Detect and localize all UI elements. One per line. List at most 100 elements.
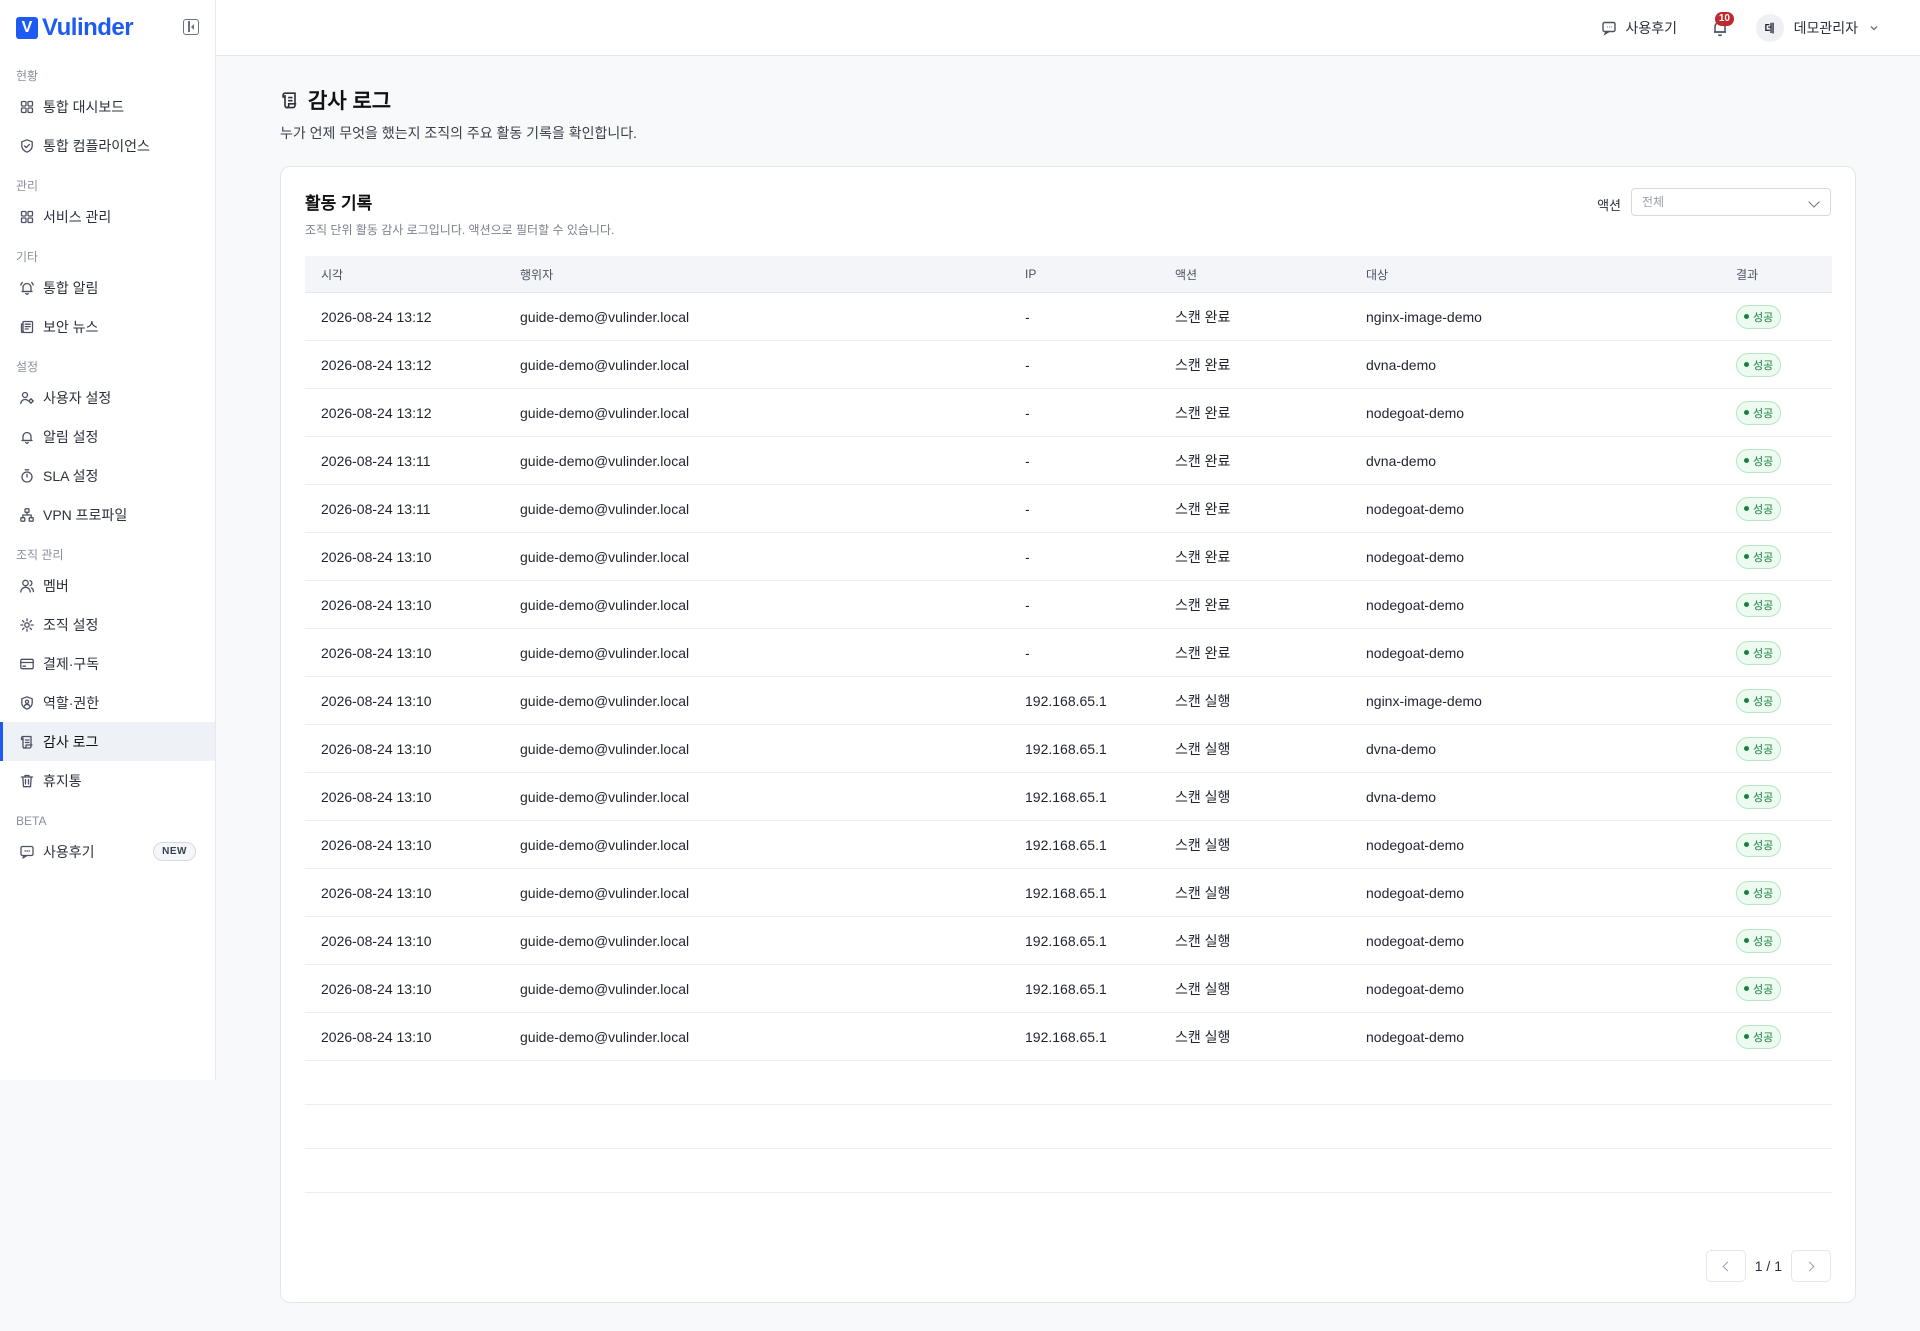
nav-section-title: 설정 (16, 360, 39, 374)
cell-action: 스캔 실행 (1175, 884, 1231, 901)
review-button[interactable]: 사용후기 (1601, 18, 1677, 38)
grid-icon (20, 210, 34, 223)
status-badge: 성공 (1736, 544, 1782, 569)
network-icon (20, 507, 34, 522)
column-header-ip[interactable]: IP (1025, 267, 1175, 281)
cell-action: 스캔 실행 (1175, 980, 1231, 997)
sidebar-item-newspaper[interactable]: 보안 뉴스 (0, 307, 215, 346)
sidebar-item-timer[interactable]: SLA 설정 (0, 456, 215, 495)
card-subtitle: 조직 단위 활동 감사 로그입니다. 액션으로 필터할 수 있습니다. (305, 223, 615, 237)
table-row[interactable]: 2026-08-24 13:10 guide-demo@vulinder.loca… (305, 533, 1832, 581)
cell-action: 스캔 완료 (1175, 644, 1231, 661)
table-row[interactable]: 2026-08-24 13:12 guide-demo@vulinder.loca… (305, 389, 1832, 437)
status-badge: 성공 (1736, 1024, 1782, 1049)
sidebar-collapse-icon[interactable] (183, 19, 199, 35)
dashboard-icon (20, 100, 34, 113)
cell-time: 2026-08-24 13:12 (321, 308, 432, 325)
cell-time: 2026-08-24 13:10 (321, 692, 432, 709)
table-row[interactable]: 2026-08-24 13:10 guide-demo@vulinder.loca… (305, 869, 1832, 917)
user-menu[interactable]: 데 데모관리자 (1755, 14, 1880, 42)
logo-text[interactable]: Vulinder (42, 14, 134, 42)
cell-ip: 192.168.65.1 (1025, 788, 1107, 805)
table-row[interactable]: 2026-08-24 13:10 guide-demo@vulinder.loca… (305, 725, 1832, 773)
avatar: 데 (1755, 14, 1784, 42)
status-text: 성공 (1753, 359, 1774, 372)
brand: V Vulinder (0, 0, 215, 55)
table-row[interactable]: 2026-08-24 13:10 guide-demo@vulinder.loca… (305, 917, 1832, 965)
nav-section-title: 관리 (16, 179, 39, 193)
status-badge: 성공 (1736, 448, 1782, 473)
sidebar-item-grid[interactable]: 서비스 관리 (0, 197, 215, 236)
sidebar-item-network[interactable]: VPN 프로파일 (0, 495, 215, 534)
status-dot-icon (1744, 794, 1749, 799)
credit-card-icon (20, 658, 34, 669)
status-text: 성공 (1753, 791, 1774, 804)
trash-icon (20, 774, 34, 787)
sidebar-item-label: VPN 프로파일 (43, 506, 128, 523)
column-header-action[interactable]: 액션 (1175, 266, 1366, 283)
message-icon (20, 845, 34, 859)
cell-ip: - (1025, 356, 1030, 373)
sidebar-item-label: 사용자 설정 (43, 389, 112, 406)
status-badge: 성공 (1736, 832, 1782, 857)
table-row[interactable]: 2026-08-24 13:11 guide-demo@vulinder.loca… (305, 485, 1832, 533)
sidebar-item-user-cog[interactable]: 사용자 설정 (0, 378, 215, 417)
table-row[interactable]: 2026-08-24 13:10 guide-demo@vulinder.loca… (305, 773, 1832, 821)
cell-action: 스캔 완료 (1175, 548, 1231, 565)
cell-actor: guide-demo@vulinder.local (520, 836, 690, 853)
cell-action: 스캔 완료 (1175, 452, 1231, 469)
table-row[interactable]: 2026-08-24 13:10 guide-demo@vulinder.loca… (305, 821, 1832, 869)
main-content: 감사 로그 누가 언제 무엇을 했는지 조직의 주요 활동 기록을 확인합니다.… (280, 85, 1856, 1303)
sidebar-item-dashboard[interactable]: 통합 대시보드 (0, 87, 215, 126)
cell-result: 성공 (1736, 688, 1832, 713)
cell-result: 성공 (1736, 448, 1832, 473)
previous-page-button[interactable] (1705, 1250, 1746, 1282)
sidebar-item-gear[interactable]: 조직 설정 (0, 605, 215, 644)
table-row[interactable]: 2026-08-24 13:12 guide-demo@vulinder.loca… (305, 341, 1832, 389)
cell-result: 성공 (1736, 928, 1832, 953)
cell-action: 스캔 완료 (1175, 596, 1231, 613)
cell-result: 성공 (1736, 592, 1832, 617)
sidebar-item-message[interactable]: 사용후기 NEW (0, 832, 215, 871)
action-filter-select[interactable]: 전체 (1631, 188, 1831, 216)
sidebar-item-scroll[interactable]: 감사 로그 (0, 722, 215, 761)
sidebar-item-users[interactable]: 멤버 (0, 566, 215, 605)
column-header-result[interactable]: 결과 (1736, 266, 1832, 283)
column-header-target[interactable]: 대상 (1366, 266, 1736, 283)
table-body: 2026-08-24 13:12 guide-demo@vulinder.loca… (305, 293, 1832, 1061)
sidebar-item-bell[interactable]: 알림 설정 (0, 417, 215, 456)
sidebar-item-label: 휴지통 (43, 772, 82, 789)
shield-check-icon (21, 138, 33, 153)
table-row[interactable]: 2026-08-24 13:10 guide-demo@vulinder.loca… (305, 581, 1832, 629)
cell-target: nodegoat-demo (1366, 404, 1465, 421)
sidebar-item-trash[interactable]: 휴지통 (0, 761, 215, 800)
table-row[interactable]: 2026-08-24 13:10 guide-demo@vulinder.loca… (305, 965, 1832, 1013)
column-header-actor[interactable]: 행위자 (520, 266, 1025, 283)
table-row[interactable]: 2026-08-24 13:11 guide-demo@vulinder.loca… (305, 437, 1832, 485)
table-row[interactable]: 2026-08-24 13:10 guide-demo@vulinder.loca… (305, 629, 1832, 677)
sidebar-item-credit-card[interactable]: 결제·구독 (0, 644, 215, 683)
sidebar-item-shield-user[interactable]: 역할·권한 (0, 683, 215, 722)
status-badge: 성공 (1736, 736, 1782, 761)
page-description: 누가 언제 무엇을 했는지 조직의 주요 활동 기록을 확인합니다. (280, 125, 638, 141)
table-row[interactable]: 2026-08-24 13:12 guide-demo@vulinder.loca… (305, 293, 1832, 341)
cell-actor: guide-demo@vulinder.local (520, 644, 690, 661)
status-badge: 성공 (1736, 784, 1782, 809)
cell-result: 성공 (1736, 1024, 1832, 1049)
shield-user-icon (21, 695, 33, 710)
status-text: 성공 (1753, 311, 1774, 324)
sidebar-item-bell-ring[interactable]: 통합 알림 (0, 268, 215, 307)
sidebar-item-label: 역할·권한 (43, 694, 100, 711)
sidebar-item-shield-check[interactable]: 통합 컴플라이언스 (0, 126, 215, 165)
status-dot-icon (1744, 554, 1749, 559)
cell-action: 스캔 완료 (1175, 356, 1231, 373)
table-row[interactable]: 2026-08-24 13:10 guide-demo@vulinder.loca… (305, 677, 1832, 725)
notification-count-badge: 10 (1714, 12, 1734, 26)
next-page-button[interactable] (1791, 1250, 1831, 1282)
column-header-time[interactable]: 시각 (305, 266, 520, 283)
sidebar: V Vulinder 현황 통합 대시보드 통합 컴플라이언스 관리 서비스 관리 기타 통… (0, 0, 216, 1080)
cell-action: 스캔 실행 (1175, 788, 1231, 805)
chevron-down-icon (1870, 26, 1878, 31)
table-row[interactable]: 2026-08-24 13:10 guide-demo@vulinder.loca… (305, 1013, 1832, 1061)
nav-section-title: 현황 (16, 69, 39, 83)
